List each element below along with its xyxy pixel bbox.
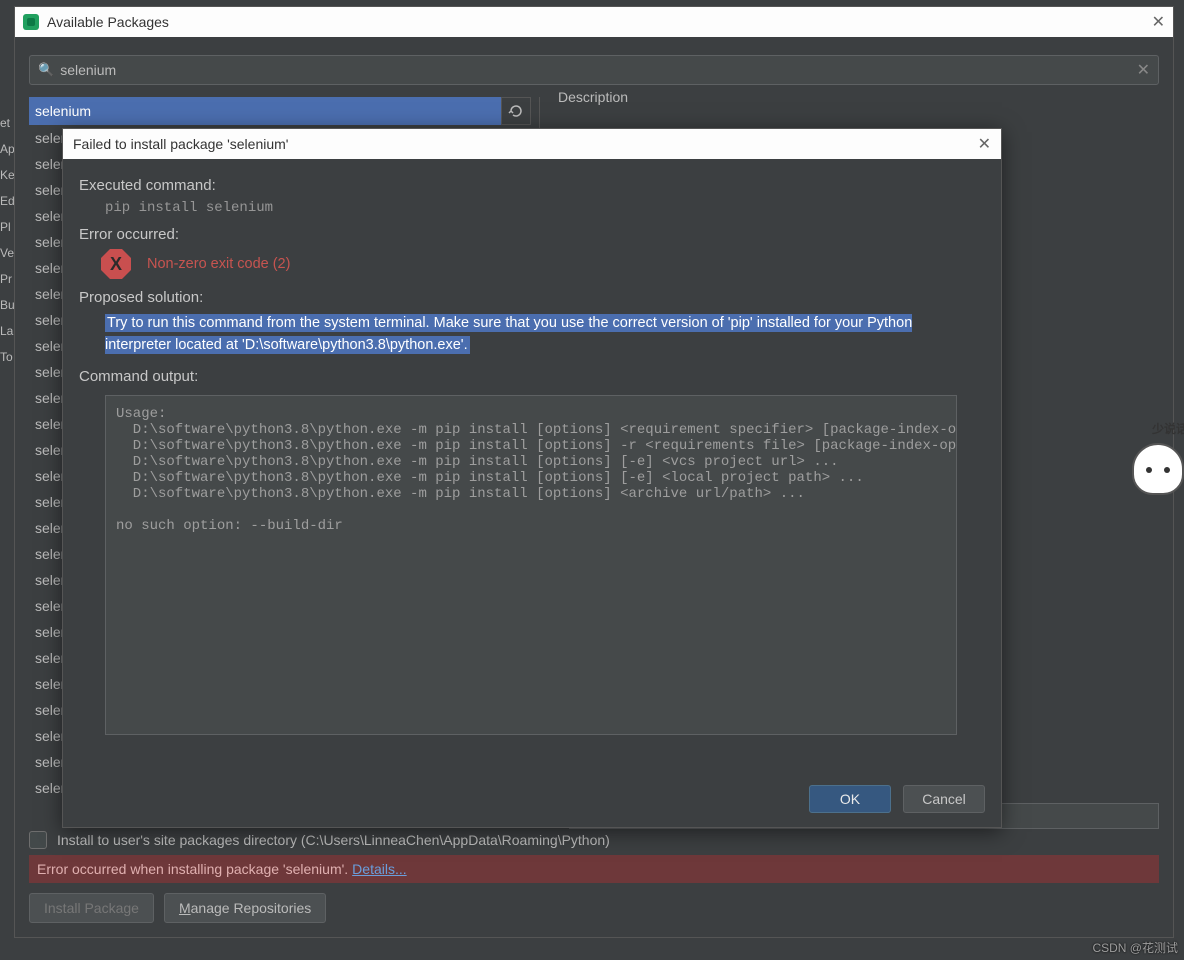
cat-icon: [1132, 443, 1184, 495]
install-package-button[interactable]: Install Package: [29, 893, 154, 923]
solution-text: Try to run this command from the system …: [105, 314, 912, 354]
install-user-site-label: Install to user's site packages director…: [57, 832, 610, 848]
footer: Install to user's site packages director…: [15, 823, 1173, 937]
selected-package[interactable]: selenium: [29, 97, 501, 125]
dialog-close-icon[interactable]: ✕: [978, 134, 991, 154]
cancel-button[interactable]: Cancel: [903, 785, 985, 813]
clear-icon[interactable]: ✕: [1137, 60, 1150, 80]
search-input-wrap[interactable]: 🔍 ✕: [29, 55, 1159, 85]
output-label: Command output:: [79, 368, 985, 385]
window-title: Available Packages: [47, 14, 169, 30]
background-sidebar: etApKe EdPlVe Pr BuLaTo: [0, 110, 14, 370]
solution-label: Proposed solution:: [79, 289, 985, 306]
ok-button[interactable]: OK: [809, 785, 891, 813]
dialog-title: Failed to install package 'selenium': [73, 136, 288, 152]
error-message: Non-zero exit code (2): [147, 256, 290, 272]
search-input[interactable]: [60, 62, 1136, 78]
mascot: 少说话: [1124, 420, 1184, 540]
executed-command: pip install selenium: [105, 200, 985, 216]
error-occurred-label: Error occurred:: [79, 226, 985, 243]
refresh-icon: [508, 103, 524, 119]
details-link[interactable]: Details...: [352, 861, 406, 877]
titlebar[interactable]: Available Packages ✕: [15, 7, 1173, 37]
manage-repositories-button[interactable]: Manage Repositories: [164, 893, 326, 923]
error-banner: Error occurred when installing package '…: [29, 855, 1159, 883]
dialog-titlebar[interactable]: Failed to install package 'selenium' ✕: [63, 129, 1001, 159]
search-icon: 🔍: [38, 62, 54, 78]
refresh-button[interactable]: [501, 97, 531, 125]
error-dialog: Failed to install package 'selenium' ✕ E…: [62, 128, 1002, 828]
error-icon: X: [101, 249, 131, 279]
install-user-site-checkbox[interactable]: [29, 831, 47, 849]
command-output[interactable]: Usage: D:\software\python3.8\python.exe …: [105, 395, 957, 735]
watermark: CSDN @花测试: [1092, 939, 1178, 956]
description-label: Description: [552, 89, 634, 105]
close-icon[interactable]: ✕: [1152, 12, 1165, 32]
pycharm-icon: [23, 14, 39, 30]
executed-label: Executed command:: [79, 177, 985, 194]
